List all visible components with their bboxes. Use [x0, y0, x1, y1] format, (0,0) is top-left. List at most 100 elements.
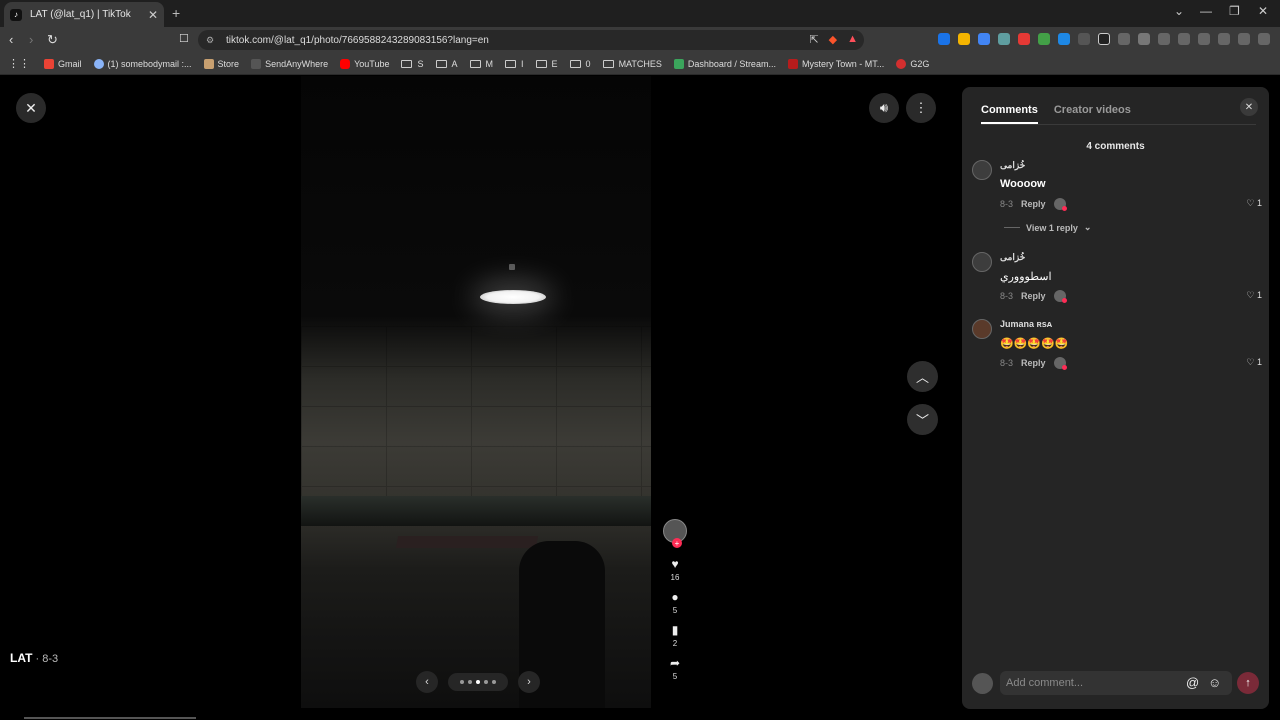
menu-icon[interactable]	[1258, 33, 1270, 45]
heart-outline-icon[interactable]: ♡	[1246, 290, 1254, 300]
bookmark-folder-a[interactable]: A	[435, 59, 458, 69]
close-panel-button[interactable]: ✕	[1240, 98, 1258, 116]
bookmark-star-icon[interactable]: ☐	[179, 32, 189, 45]
scrollbar[interactable]	[24, 717, 196, 719]
carousel-dot[interactable]	[484, 680, 488, 684]
view-replies-label[interactable]: View 1 reply	[1026, 223, 1078, 233]
tab-title: LAT (@lat_q1) | TikTok	[30, 9, 131, 20]
comment-like[interactable]: ♡ 1	[1246, 198, 1262, 209]
brave-rewards-icon[interactable]: ▲	[847, 33, 858, 46]
bookmark-g2g[interactable]: G2G	[896, 58, 929, 69]
comment-like-count: 1	[1256, 198, 1262, 208]
bookmark-youtube[interactable]: YouTube	[340, 58, 389, 69]
mention-icon[interactable]: @	[1186, 675, 1199, 690]
bookmark-folder-i[interactable]: I	[505, 59, 524, 69]
open-in-app-icon[interactable]: ⇱	[809, 33, 818, 46]
leo-icon[interactable]	[1218, 33, 1230, 45]
wallet-icon[interactable]	[1198, 33, 1210, 45]
bookmark-mystery-town[interactable]: Mystery Town - MT...	[787, 58, 884, 69]
bookmark-icon[interactable]: ▮	[672, 623, 679, 637]
more-options-button[interactable]: ⋮	[906, 93, 936, 123]
comment-author[interactable]: خُزامى	[1000, 160, 1025, 171]
close-viewer-button[interactable]: ✕	[16, 93, 46, 123]
bookmark-folder-matches[interactable]: MATCHES	[602, 59, 662, 69]
site-info-icon[interactable]: ⚙	[206, 35, 218, 46]
extension-icon[interactable]	[958, 33, 970, 45]
bookmark-somebodymail[interactable]: (1) somebodymail :...	[93, 58, 192, 69]
tab-close-icon[interactable]: ✕	[148, 8, 158, 22]
bookmark-folder-m[interactable]: M	[469, 59, 493, 69]
next-post-button[interactable]: ﹀	[907, 404, 938, 435]
bookmark-action[interactable]: ▮ 2	[672, 623, 679, 648]
bookmark-folder-s[interactable]: S	[401, 59, 424, 69]
new-tab-button[interactable]: +	[172, 5, 180, 21]
bookmark-store[interactable]: Store	[203, 58, 239, 69]
comment-author[interactable]: خُزامى	[1000, 252, 1025, 263]
reply-button[interactable]: Reply	[1021, 199, 1046, 209]
minimize-button[interactable]: —	[1200, 4, 1212, 18]
follow-plus-icon[interactable]: +	[672, 538, 682, 548]
comment-like[interactable]: ♡ 1	[1246, 357, 1262, 368]
forward-icon[interactable]: ›	[29, 32, 33, 47]
tab-search-icon[interactable]: ⌄	[1174, 4, 1184, 18]
window-close-button[interactable]: ✕	[1258, 4, 1268, 18]
vpn-icon[interactable]	[1238, 33, 1250, 45]
comment-like[interactable]: ♡ 1	[1246, 290, 1262, 301]
apps-icon[interactable]: ⋮⋮	[8, 57, 30, 70]
next-photo-button[interactable]: ›	[518, 671, 540, 693]
bookmark-gmail[interactable]: Gmail	[44, 58, 82, 69]
share-icon[interactable]: ➦	[670, 656, 680, 670]
emoji-icon[interactable]: ☺	[1208, 675, 1221, 690]
bookmark-dashboard[interactable]: Dashboard / Stream...	[673, 58, 776, 69]
carousel-dot-active[interactable]	[476, 680, 480, 684]
post-comment-button[interactable]: ↑	[1237, 672, 1259, 694]
music-icon[interactable]	[1158, 33, 1170, 45]
extension-icon[interactable]	[1078, 33, 1090, 45]
reply-button[interactable]: Reply	[1021, 291, 1046, 301]
puzzle-icon[interactable]	[1138, 33, 1150, 45]
extension-icon[interactable]	[938, 33, 950, 45]
volume-button[interactable]: 🔊︎	[869, 93, 899, 123]
carousel-dot[interactable]	[460, 680, 464, 684]
carousel-dot[interactable]	[468, 680, 472, 684]
share-action[interactable]: ➦ 5	[670, 656, 680, 681]
avatar[interactable]	[972, 319, 992, 339]
tab-creator-videos[interactable]: Creator videos	[1054, 104, 1131, 124]
extension-icon[interactable]	[1098, 33, 1110, 45]
post-author[interactable]: LAT · 8-3	[10, 651, 58, 665]
sidebar-icon[interactable]	[1178, 33, 1190, 45]
heart-outline-icon[interactable]: ♡	[1246, 357, 1254, 367]
brave-shield-icon[interactable]: ◆	[829, 33, 837, 46]
previous-photo-button[interactable]: ‹	[416, 671, 438, 693]
extension-icon[interactable]	[978, 33, 990, 45]
extension-icon[interactable]	[1058, 33, 1070, 45]
comment-author[interactable]: Jumana ʀsᴀ	[1000, 319, 1052, 329]
author-name[interactable]: LAT	[10, 651, 32, 665]
view-replies-button[interactable]: View 1 reply ⌄	[1004, 222, 1091, 233]
extension-icon[interactable]	[998, 33, 1010, 45]
heart-icon[interactable]: ♥	[671, 557, 678, 571]
comment-icon[interactable]: ●	[671, 590, 678, 604]
extension-icon[interactable]	[1018, 33, 1030, 45]
browser-tab[interactable]: ♪ LAT (@lat_q1) | TikTok ✕	[4, 2, 164, 27]
extension-icon[interactable]	[1038, 33, 1050, 45]
reload-icon[interactable]: ↻	[47, 32, 58, 48]
url-text[interactable]: tiktok.com/@lat_q1/photo/766958824328908…	[226, 35, 864, 46]
avatar[interactable]	[972, 252, 992, 272]
carousel-dot[interactable]	[492, 680, 496, 684]
previous-post-button[interactable]: ︿	[907, 361, 938, 392]
comment-action[interactable]: ● 5	[671, 590, 678, 615]
tab-comments[interactable]: Comments	[981, 104, 1038, 124]
back-icon[interactable]: ‹	[9, 32, 13, 47]
bookmark-folder-e[interactable]: E	[535, 59, 558, 69]
creator-avatar[interactable]: +	[663, 519, 687, 548]
bookmark-folder-0[interactable]: 0	[569, 59, 591, 69]
restore-button[interactable]: ❐	[1229, 4, 1240, 18]
like-action[interactable]: ♥ 16	[671, 557, 680, 582]
address-bar[interactable]: ⚙ tiktok.com/@lat_q1/photo/7669588243289…	[198, 30, 864, 50]
bookmark-sendanywhere[interactable]: SendAnyWhere	[251, 58, 328, 69]
heart-outline-icon[interactable]: ♡	[1246, 198, 1254, 208]
reply-button[interactable]: Reply	[1021, 358, 1046, 368]
extension-icon[interactable]	[1118, 33, 1130, 45]
avatar[interactable]	[972, 160, 992, 180]
